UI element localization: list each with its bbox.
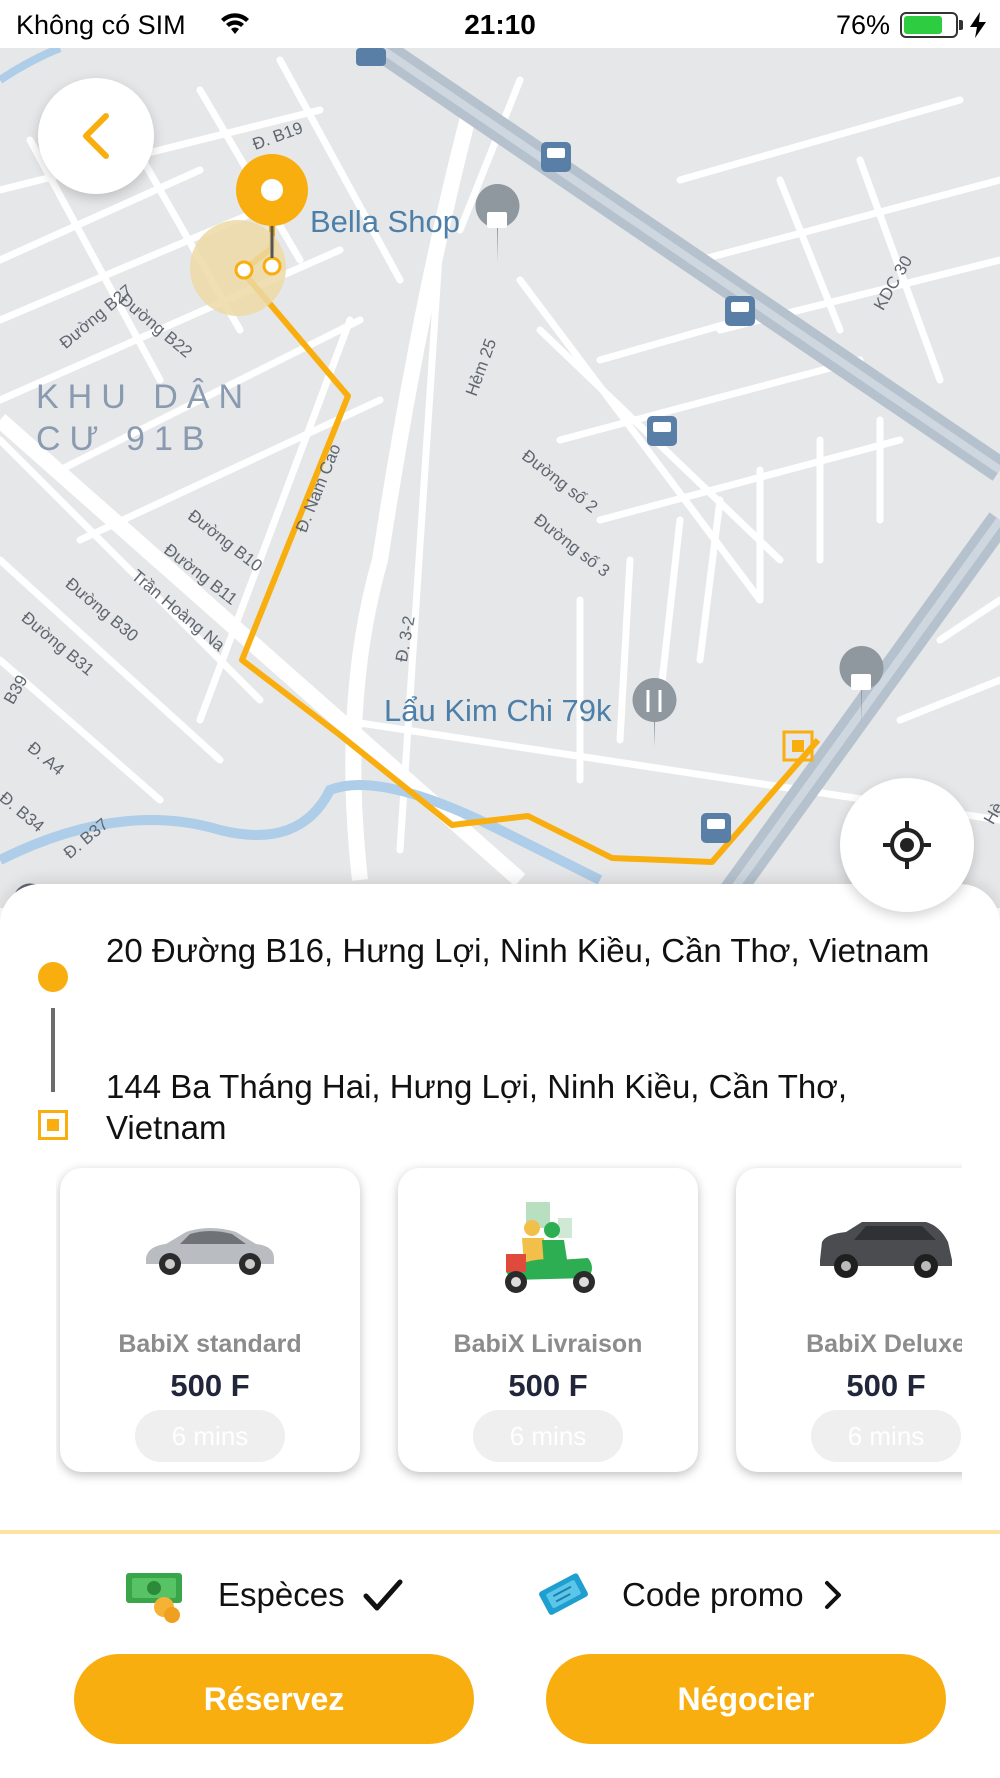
battery-percent: 76% [835,10,890,40]
origin-dot-icon [38,962,68,992]
battery-icon [900,12,958,38]
chevron-right-icon [824,1581,841,1609]
promo-code-label: Code promo [622,1576,804,1613]
route-connector [51,1008,55,1092]
payment-row: Espèces Code promo [0,1550,1000,1640]
scooter-delivery-icon [505,1202,595,1293]
vehicle-name: BabiX standard [118,1330,302,1358]
action-buttons: Réservez Négocier [0,1654,1000,1754]
vehicle-eta: 6 mins [135,1410,285,1462]
route-map[interactable]: KHU DÂN CƯ 91B Bella Shop Lẩu Kim Chi 79… [0,48,1000,908]
vehicle-name: BabiX Livraison [453,1330,643,1358]
ticket-icon [539,1573,589,1615]
chevron-left-icon [83,113,109,159]
vehicle-card-standard[interactable]: BabiX standard 500 F 6 mins [60,1168,360,1472]
payment-cash-label: Espèces [218,1576,345,1613]
vehicle-price: 500 F [508,1368,588,1403]
poi-bella-shop[interactable]: Bella Shop [310,204,460,240]
destination-square-icon [38,1110,68,1140]
origin-address[interactable]: 20 Đường B16, Hưng Lợi, Ninh Kiều, Cần T… [106,930,966,971]
vehicle-price: 500 F [846,1368,926,1403]
crosshair-icon [883,821,931,869]
vehicle-price: 500 F [170,1368,250,1403]
status-bar: Không có SIM 21:10 76% [0,0,1000,48]
vehicle-options-list[interactable]: BabiX standard 500 F 6 mins BabiX Livrai… [56,1162,962,1492]
car-silver-icon [146,1228,274,1275]
cash-icon [126,1573,182,1623]
vehicle-eta: 6 mins [811,1410,961,1462]
payment-cash-option[interactable]: Espèces [124,1550,403,1640]
checkmark-icon [363,1579,403,1611]
area-label-line2: CƯ 91B [36,420,214,458]
area-label: KHU DÂN CƯ 91B [36,376,252,460]
negotiate-button[interactable]: Négocier [546,1654,946,1744]
charging-bolt-icon [970,12,986,38]
reserve-button[interactable]: Réservez [74,1654,474,1744]
suv-dark-icon [820,1222,952,1278]
section-divider [0,1530,1000,1534]
my-location-button[interactable] [840,778,974,912]
area-label-line1: KHU DÂN [36,378,253,416]
vehicle-name: BabiX Deluxe [806,1330,962,1358]
promo-code-option[interactable]: Code promo [536,1550,844,1640]
booking-sheet: 20 Đường B16, Hưng Lợi, Ninh Kiều, Cần T… [0,884,1000,1778]
poi-lau-kim-chi[interactable]: Lẩu Kim Chi 79k [384,693,611,729]
back-button[interactable] [38,78,154,194]
route-summary: 20 Đường B16, Hưng Lợi, Ninh Kiều, Cần T… [0,904,1000,1146]
destination-address[interactable]: 144 Ba Tháng Hai, Hưng Lợi, Ninh Kiều, C… [106,1066,966,1148]
map-canvas [0,48,1000,908]
vehicle-card-deluxe[interactable]: BabiX Deluxe 500 F 6 mins [736,1168,962,1472]
vehicle-eta: 6 mins [473,1410,623,1462]
battery-nub [959,20,963,30]
vehicle-card-livraison[interactable]: BabiX Livraison 500 F 6 mins [398,1168,698,1472]
